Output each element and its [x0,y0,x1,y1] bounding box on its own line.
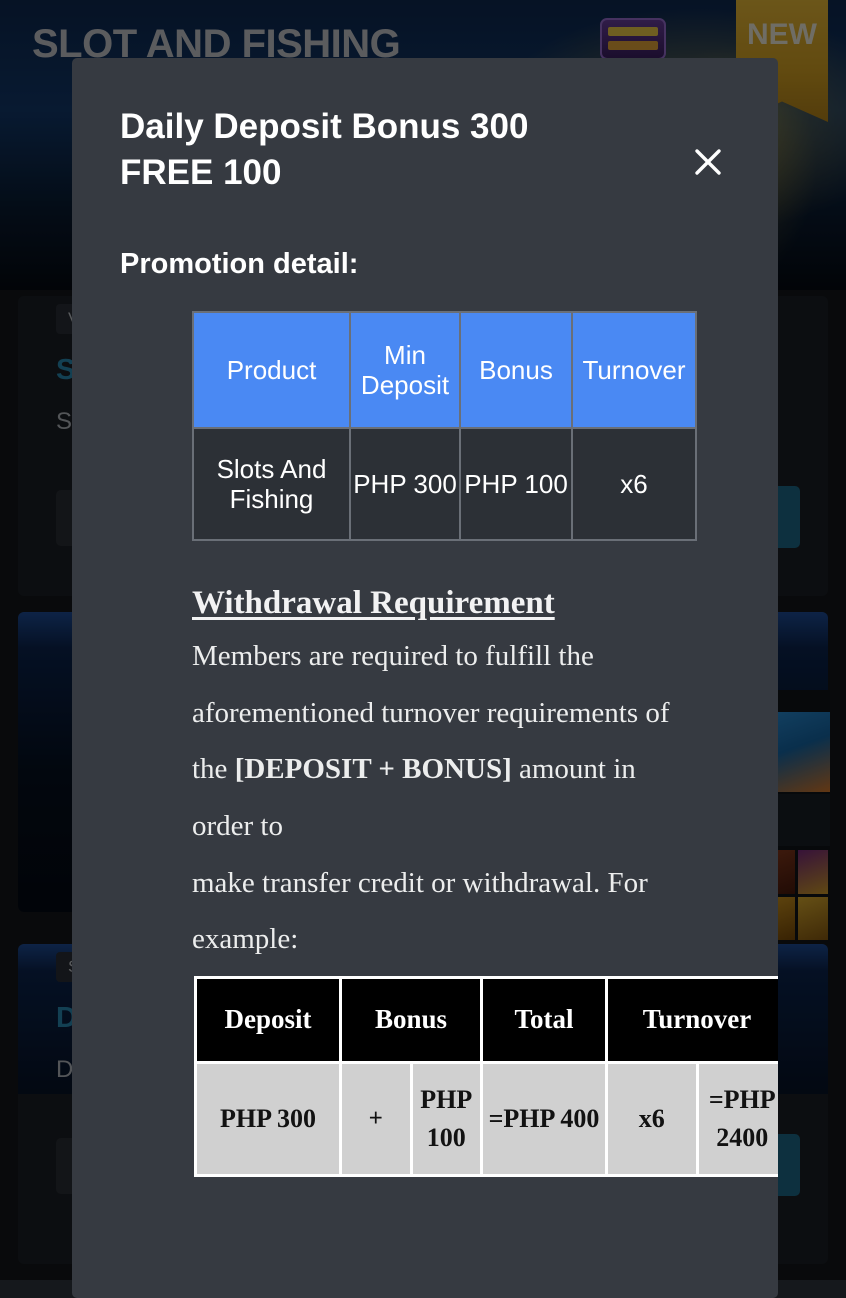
column-header-min-deposit: Min Deposit [351,313,459,427]
withdrawal-requirement-heading: Withdrawal Requirement [192,585,555,622]
cell-plus-operator: + [342,1064,410,1174]
table-row: Slots And Fishing PHP 300 PHP 100 x6 [194,429,695,539]
cell-min-deposit: PHP 300 [351,429,459,539]
table-header-row: Deposit Bonus Total Turnover [197,979,778,1061]
withdrawal-line-3-post: amount in [512,753,636,785]
withdrawal-line-6: example: [192,923,298,955]
promotion-detail-table: Product Min Deposit Bonus Turnover Slots… [192,311,697,541]
example-table-wrapper: Deposit Bonus Total Turnover PHP 300 + P… [194,976,778,1177]
table-row: PHP 300 + PHP 100 =PHP 400 x6 =PHP 2400 [197,1064,778,1174]
column-header-turnover: Turnover [608,979,778,1061]
withdrawal-line-2: aforementioned turnover requirements of [192,697,670,729]
cell-turnover-amount: =PHP 2400 [699,1064,779,1174]
withdrawal-requirement-body: Members are required to fulfill the afor… [192,628,778,967]
promotion-detail-table-wrapper: Product Min Deposit Bonus Turnover Slots… [192,311,778,541]
cell-deposit-amount: PHP 300 [197,1064,339,1174]
example-calculation-table: Deposit Bonus Total Turnover PHP 300 + P… [194,976,778,1177]
promotion-detail-modal: Daily Deposit Bonus 300 FREE 100 Promoti… [72,58,778,1298]
cell-turnover: x6 [573,429,695,539]
withdrawal-line-3-pre: the [192,753,235,785]
column-header-product: Product [194,313,349,427]
withdrawal-line-4: order to [192,810,283,842]
table-header-row: Product Min Deposit Bonus Turnover [194,313,695,427]
withdrawal-deposit-bonus-emphasis: [DEPOSIT + BONUS] [235,753,512,785]
cell-bonus: PHP 100 [461,429,571,539]
column-header-total: Total [483,979,605,1061]
column-header-turnover: Turnover [573,313,695,427]
close-icon[interactable] [686,140,730,184]
cell-bonus-amount: PHP 100 [413,1064,481,1174]
column-header-bonus: Bonus [342,979,480,1061]
cell-product: Slots And Fishing [194,429,349,539]
withdrawal-line-5: make transfer credit or withdrawal. For [192,867,648,899]
column-header-bonus: Bonus [461,313,571,427]
withdrawal-line-1: Members are required to fulfill the [192,640,594,672]
modal-header: Daily Deposit Bonus 300 FREE 100 [72,58,778,196]
cell-total-amount: =PHP 400 [483,1064,605,1174]
promotion-detail-label: Promotion detail: [120,248,778,281]
column-header-deposit: Deposit [197,979,339,1061]
cell-turnover-multiplier: x6 [608,1064,696,1174]
modal-title: Daily Deposit Bonus 300 FREE 100 [120,104,640,196]
